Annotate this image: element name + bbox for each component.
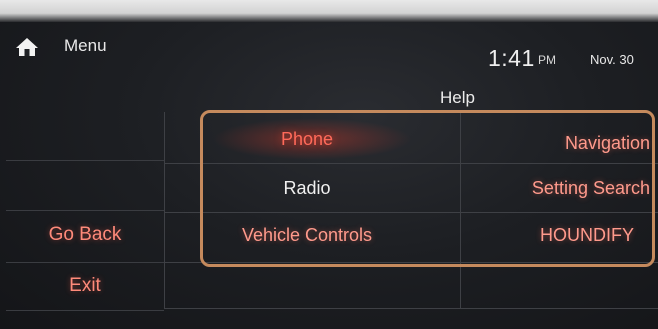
left-divider: [6, 262, 164, 263]
go-back-button[interactable]: Go Back: [6, 213, 164, 257]
home-icon: [16, 38, 38, 56]
date-label: Nov. 30: [590, 52, 634, 67]
grid-divider: [164, 308, 658, 309]
left-divider: [6, 160, 164, 161]
focus-highlight-frame: [200, 110, 655, 267]
top-glare: [0, 0, 658, 22]
left-divider: [6, 210, 164, 211]
exit-button[interactable]: Exit: [6, 264, 164, 308]
page-title: Help: [440, 88, 475, 107]
left-divider: [6, 310, 164, 311]
clock-ampm: PM: [538, 53, 556, 67]
clock-time: 1:41: [488, 45, 535, 71]
grid-divider: [164, 112, 165, 308]
menu-button[interactable]: Menu: [64, 36, 107, 56]
